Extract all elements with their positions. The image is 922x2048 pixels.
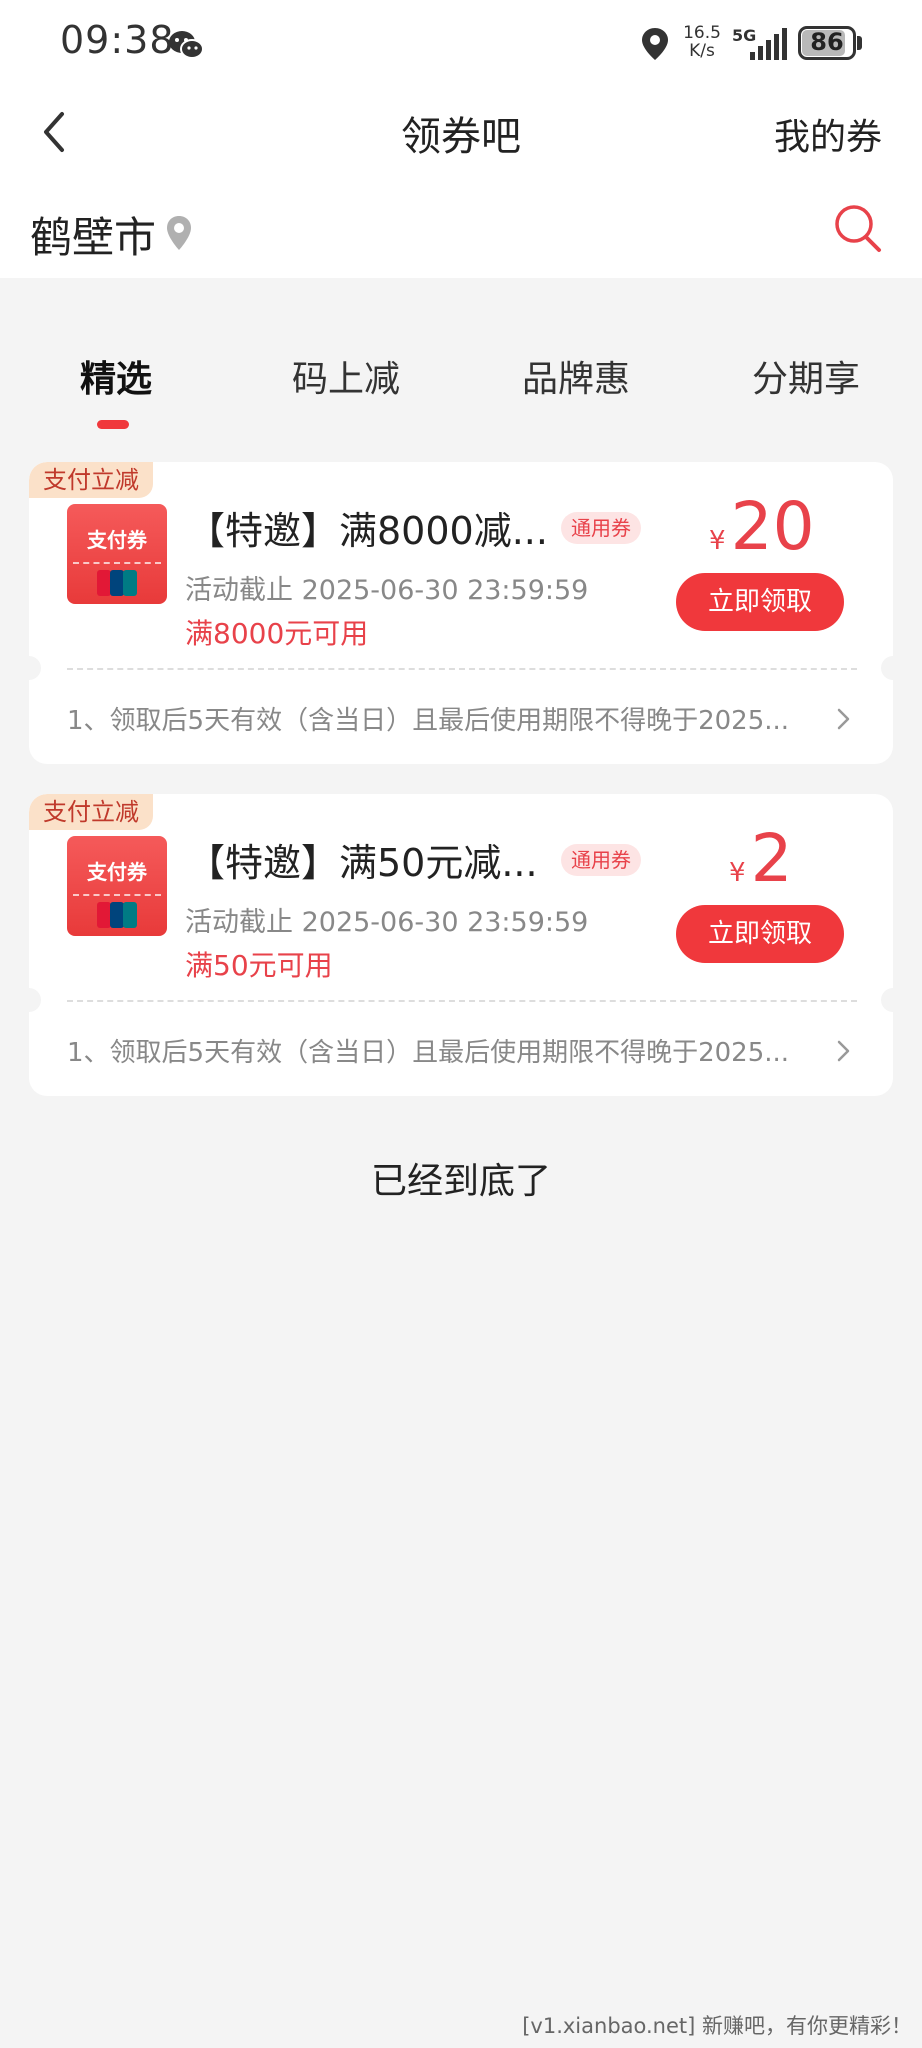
wechat-icon bbox=[169, 31, 204, 59]
thumbnail-label: 支付券 bbox=[87, 860, 147, 884]
location-pin-icon[interactable] bbox=[164, 214, 194, 252]
card-notch bbox=[881, 656, 893, 680]
network-speed-unit: K/s bbox=[689, 41, 715, 61]
coupon-name: 【特邀】满50元减... bbox=[187, 841, 538, 885]
unionpay-logo-icon bbox=[97, 570, 137, 596]
coupon-card[interactable]: 支付立减 支付券 【特邀】满50元减... 通用券 活动截止 2025-06-3… bbox=[29, 794, 893, 1096]
tab-brand-deals[interactable]: 品牌惠 bbox=[476, 350, 676, 402]
city-row: 鹤壁市 bbox=[0, 196, 922, 268]
claim-button[interactable]: 立即领取 bbox=[676, 905, 844, 963]
end-of-list-text: 已经到底了 bbox=[370, 1161, 551, 1202]
network-speed: 16.5 K/s bbox=[680, 24, 724, 60]
coupon-type-badge: 通用券 bbox=[561, 512, 641, 544]
coupon-thumbnail: 支付券 bbox=[67, 504, 167, 604]
thumbnail-label: 支付券 bbox=[87, 528, 147, 552]
card-notch bbox=[29, 656, 41, 680]
status-bar: 09:38 16.5 K/s 5G 86 bbox=[0, 0, 922, 88]
card-divider bbox=[67, 1000, 857, 1002]
coupon-condition: 满50元可用 bbox=[185, 949, 333, 982]
coupon-deadline: 活动截止 2025-06-30 23:59:59 bbox=[185, 575, 589, 606]
city-selector[interactable]: 鹤壁市 bbox=[30, 204, 156, 265]
currency-symbol: ¥ bbox=[729, 858, 746, 888]
header-area: 09:38 16.5 K/s 5G 86 领券吧 我的券 鹤壁市 bbox=[0, 0, 922, 278]
signal-icon bbox=[750, 28, 787, 60]
card-notch bbox=[29, 988, 41, 1012]
card-divider bbox=[67, 668, 857, 670]
claim-button[interactable]: 立即领取 bbox=[676, 573, 844, 631]
card-notch bbox=[881, 988, 893, 1012]
battery-nub bbox=[857, 36, 862, 50]
network-speed-value: 16.5 bbox=[683, 23, 721, 43]
coupon-deadline: 活动截止 2025-06-30 23:59:59 bbox=[185, 907, 589, 938]
thumbnail-divider bbox=[73, 562, 161, 564]
active-tab-indicator bbox=[97, 420, 129, 429]
status-time: 09:38 bbox=[60, 18, 175, 62]
coupon-card[interactable]: 支付立减 支付券 【特邀】满8000减... 通用券 活动截止 2025-06-… bbox=[29, 462, 893, 764]
currency-symbol: ¥ bbox=[709, 526, 726, 556]
tab-featured[interactable]: 精选 bbox=[16, 350, 216, 402]
coupon-type-badge: 通用券 bbox=[561, 844, 641, 876]
coupon-tag: 支付立减 bbox=[29, 462, 153, 498]
nav-bar: 领券吧 我的券 bbox=[0, 88, 922, 176]
search-icon[interactable] bbox=[832, 202, 884, 254]
category-tabs: 精选 码上减 品牌惠 分期享 bbox=[0, 350, 922, 430]
battery-icon: 86 bbox=[798, 26, 862, 60]
unionpay-logo-icon bbox=[97, 902, 137, 928]
coupon-name: 【特邀】满8000减... bbox=[187, 509, 548, 553]
coupon-condition: 满8000元可用 bbox=[185, 617, 369, 650]
my-coupons-link[interactable]: 我的券 bbox=[774, 108, 882, 160]
coupon-rule[interactable]: 1、领取后5天有效（含当日）且最后使用期限不得晚于2025... bbox=[67, 1032, 807, 1069]
coupon-amount: ¥ 20 bbox=[709, 488, 815, 565]
thumbnail-divider bbox=[73, 894, 161, 896]
battery-level: 86 bbox=[810, 28, 844, 56]
coupon-value: 20 bbox=[730, 488, 815, 565]
coupon-value: 2 bbox=[750, 820, 793, 897]
tab-installment[interactable]: 分期享 bbox=[706, 350, 906, 402]
tab-scan-discount[interactable]: 码上减 bbox=[246, 350, 446, 402]
coupon-amount: ¥ 2 bbox=[729, 820, 793, 897]
watermark-text: [v1.xianbao.net] 新赚吧，有你更精彩！ bbox=[522, 2014, 912, 2038]
coupon-thumbnail: 支付券 bbox=[67, 836, 167, 936]
chevron-right-icon[interactable] bbox=[835, 1038, 853, 1064]
chevron-right-icon[interactable] bbox=[835, 706, 853, 732]
coupon-tag: 支付立减 bbox=[29, 794, 153, 830]
location-status-icon bbox=[642, 28, 668, 60]
coupon-rule[interactable]: 1、领取后5天有效（含当日）且最后使用期限不得晚于2025... bbox=[67, 700, 807, 737]
